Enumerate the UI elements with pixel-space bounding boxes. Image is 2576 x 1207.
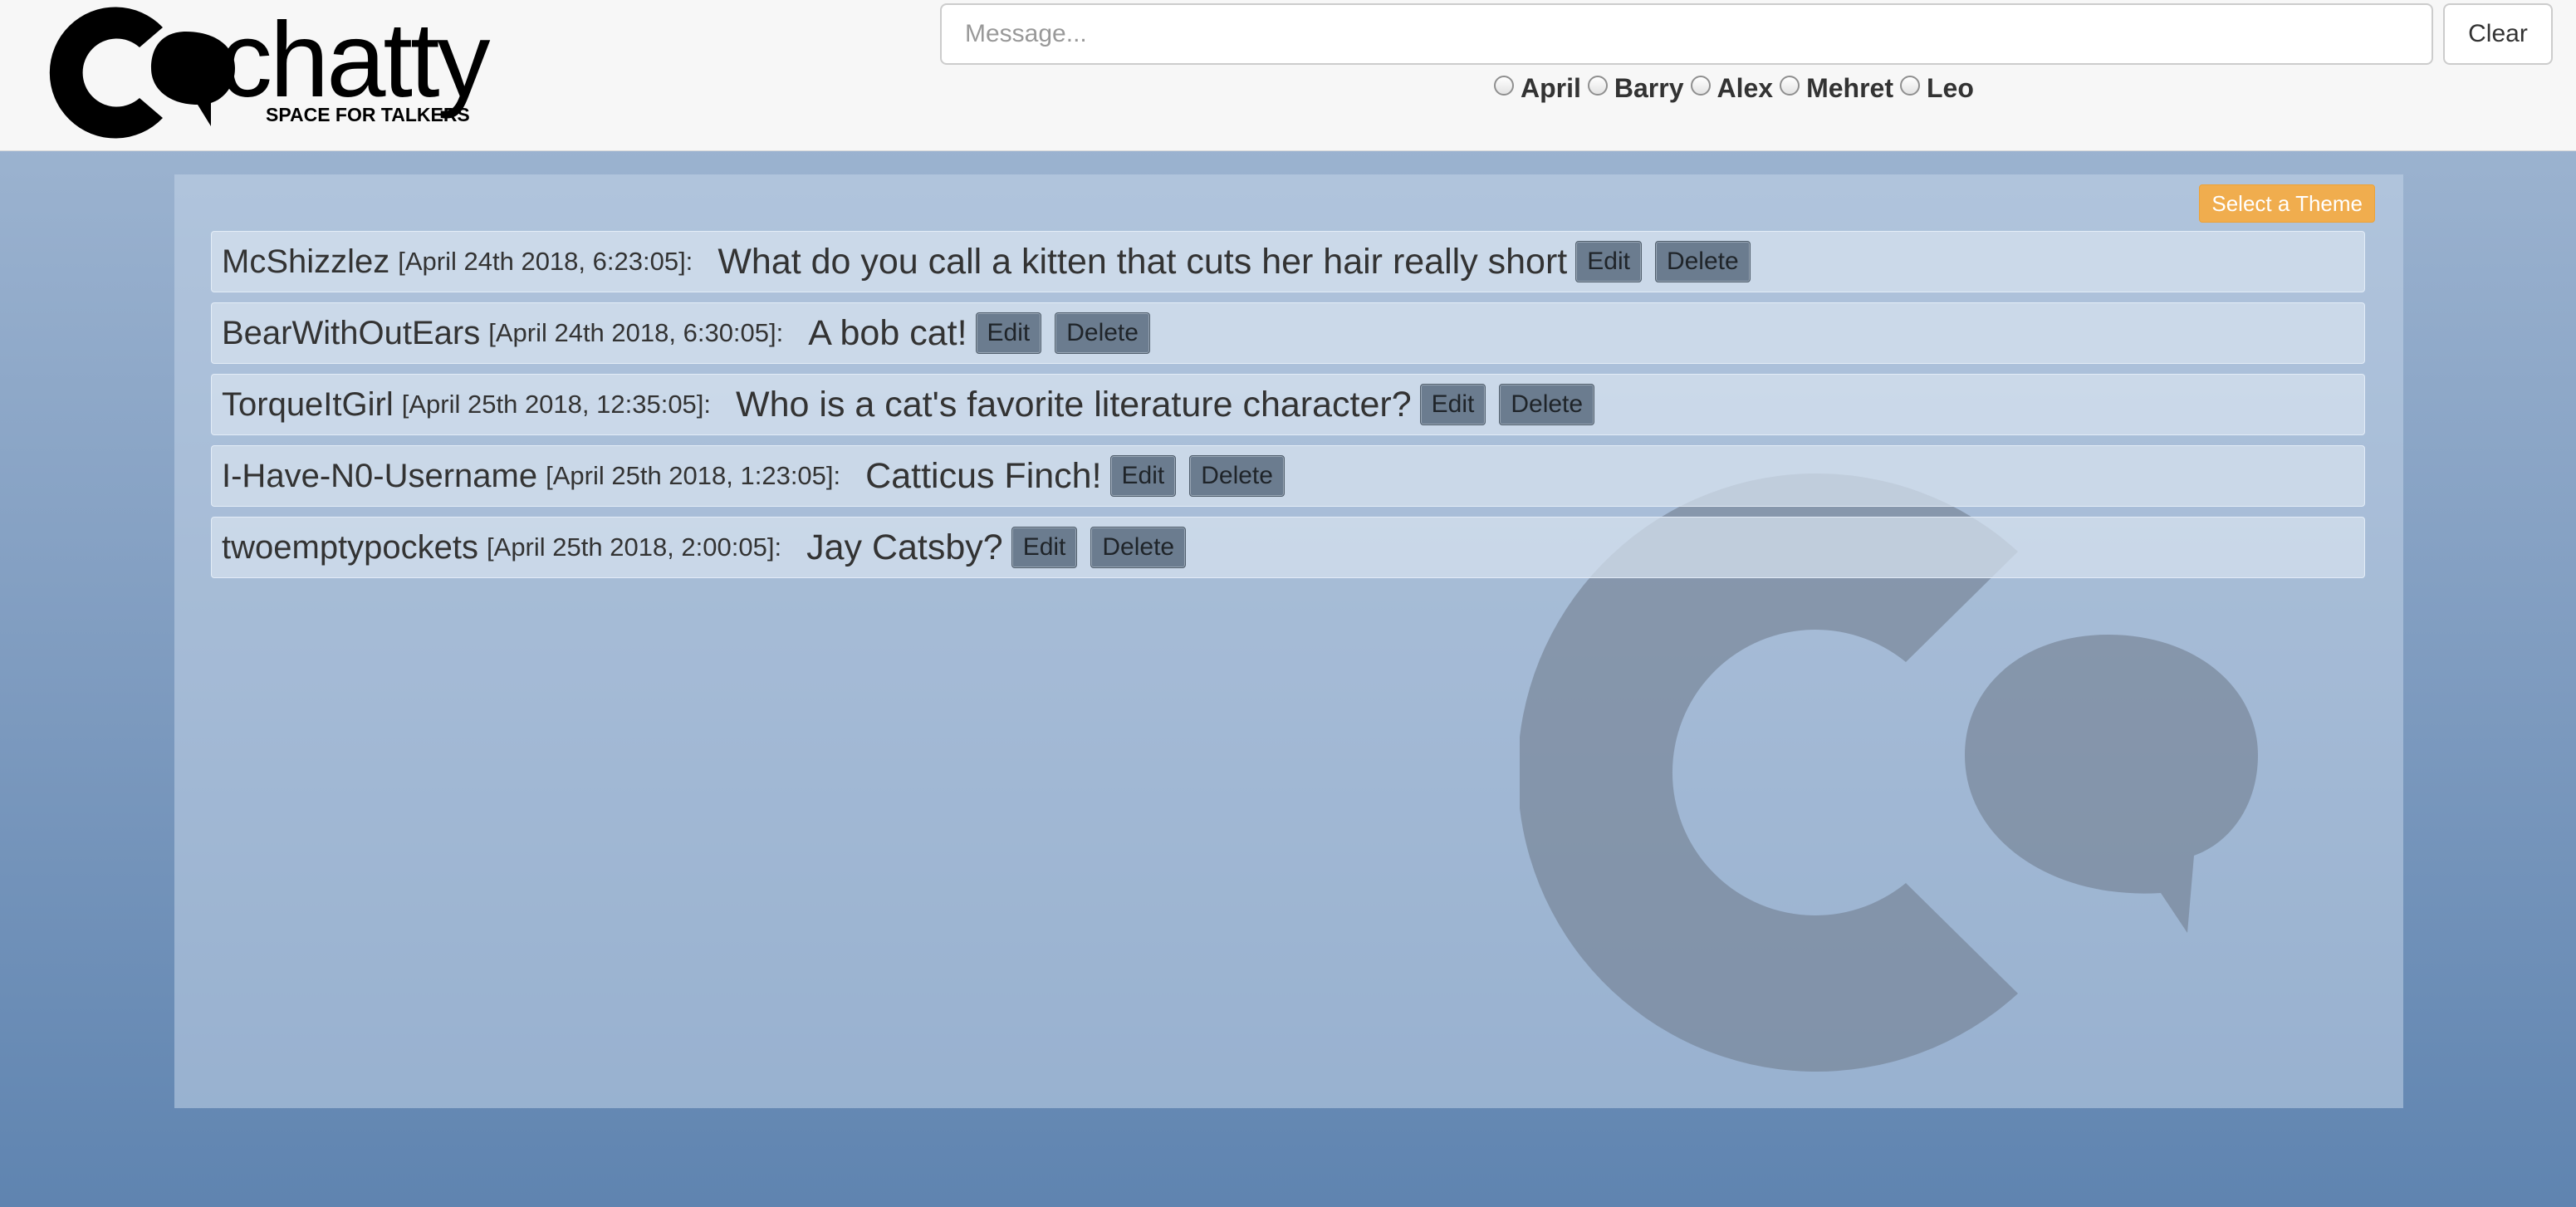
- user-label[interactable]: Leo: [1927, 73, 1974, 104]
- message-author: BearWithOutEars: [222, 314, 481, 351]
- user-label[interactable]: Barry: [1614, 73, 1684, 104]
- message-row: BearWithOutEars [April 24th 2018, 6:30:0…: [211, 302, 2365, 364]
- message-text: Jay Catsby?: [806, 527, 1003, 567]
- radio-button[interactable]: [1780, 76, 1800, 96]
- message-author: I-Have-N0-Username: [222, 457, 538, 494]
- radio-button[interactable]: [1587, 76, 1608, 96]
- logo-tagline: SPACE FOR TALKERS: [266, 104, 470, 125]
- delete-button[interactable]: Delete: [1499, 384, 1595, 425]
- edit-button[interactable]: Edit: [1419, 384, 1486, 425]
- edit-button[interactable]: Edit: [1575, 241, 1642, 282]
- chat-panel: Select a Theme McShizzlez [April 24th 20…: [174, 174, 2403, 1108]
- logo-wordmark: chatty: [219, 1, 491, 120]
- user-option-alex[interactable]: Alex: [1690, 73, 1774, 104]
- message-row: I-Have-N0-Username [April 25th 2018, 1:2…: [211, 445, 2365, 507]
- app-header: chatty SPACE FOR TALKERS Clear April Bar…: [0, 0, 2576, 151]
- message-row: McShizzlez [April 24th 2018, 6:23:05]: W…: [211, 231, 2365, 292]
- message-timestamp: [April 24th 2018, 6:23:05]:: [398, 247, 693, 276]
- delete-button[interactable]: Delete: [1654, 241, 1751, 282]
- message-list: McShizzlez [April 24th 2018, 6:23:05]: W…: [211, 231, 2365, 578]
- message-timestamp: [April 25th 2018, 12:35:05]:: [401, 390, 712, 419]
- edit-button[interactable]: Edit: [975, 312, 1042, 354]
- user-option-barry[interactable]: Barry: [1587, 73, 1684, 104]
- delete-button[interactable]: Delete: [1090, 527, 1187, 568]
- select-theme-button[interactable]: Select a Theme: [2199, 184, 2375, 223]
- chatty-logo[interactable]: chatty SPACE FOR TALKERS: [23, 0, 522, 141]
- delete-button[interactable]: Delete: [1189, 455, 1285, 497]
- edit-button[interactable]: Edit: [1011, 527, 1078, 568]
- message-author: TorqueItGirl: [222, 385, 394, 423]
- message-timestamp: [April 24th 2018, 6:30:05]:: [488, 318, 784, 347]
- user-label[interactable]: Alex: [1717, 73, 1774, 104]
- message-author: twoemptypockets: [222, 528, 479, 566]
- user-selector: April Barry Alex Mehret Leo: [1494, 71, 1974, 105]
- user-option-leo[interactable]: Leo: [1900, 73, 1974, 104]
- radio-button[interactable]: [1900, 76, 1920, 96]
- delete-button[interactable]: Delete: [1055, 312, 1150, 354]
- user-option-mehret[interactable]: Mehret: [1780, 73, 1893, 104]
- message-row: TorqueItGirl [April 25th 2018, 12:35:05]…: [211, 374, 2365, 435]
- chatty-logo-icon: [49, 7, 236, 139]
- message-author: McShizzlez: [222, 243, 390, 280]
- clear-button[interactable]: Clear: [2443, 3, 2553, 65]
- message-text: What do you call a kitten that cuts her …: [717, 241, 1568, 282]
- user-option-april[interactable]: April: [1494, 73, 1581, 104]
- user-label[interactable]: Mehret: [1806, 73, 1893, 104]
- message-input[interactable]: [940, 3, 2433, 65]
- message-row: twoemptypockets [April 25th 2018, 2:00:0…: [211, 517, 2365, 578]
- edit-button[interactable]: Edit: [1109, 455, 1177, 497]
- radio-button[interactable]: [1494, 76, 1514, 96]
- message-text: A bob cat!: [808, 312, 967, 353]
- message-timestamp: [April 25th 2018, 1:23:05]:: [546, 461, 841, 490]
- message-timestamp: [April 25th 2018, 2:00:05]:: [487, 532, 782, 562]
- message-text: Catticus Finch!: [865, 455, 1102, 496]
- message-text: Who is a cat's favorite literature chara…: [736, 384, 1412, 424]
- radio-button[interactable]: [1690, 76, 1711, 96]
- user-label[interactable]: April: [1521, 73, 1581, 104]
